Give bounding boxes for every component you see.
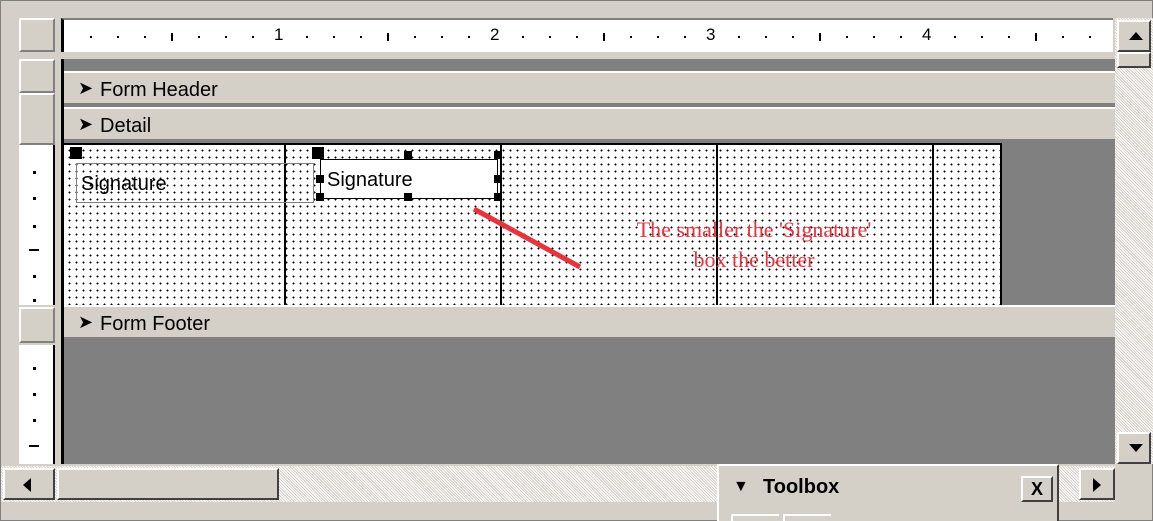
resize-handle-right[interactable] (494, 175, 502, 183)
ruler-number-2: 2 (490, 25, 500, 44)
detail-label: Detail (100, 115, 152, 137)
resize-handle-bottom[interactable] (404, 193, 412, 201)
signature-label-text: Signature (81, 173, 167, 195)
form-header-selector[interactable] (19, 59, 55, 93)
move-handle[interactable] (70, 147, 82, 159)
signature-label-control[interactable]: Signature (76, 163, 314, 203)
vertical-scroll-thumb[interactable] (1117, 52, 1151, 68)
horizontal-scrollbar[interactable] (1, 466, 719, 502)
form-footer-selector[interactable] (19, 307, 55, 343)
scroll-left-icon (23, 478, 31, 492)
form-header-label: Form Header (100, 79, 218, 101)
form-footer-bar[interactable]: ➤ Form Footer (64, 305, 1115, 339)
form-design-window: 1 2 3 4 ➤ Form Header ➤ Detail Signature… (0, 0, 1153, 521)
design-surface[interactable]: ➤ Form Header ➤ Detail Signature Signatu… (61, 59, 1115, 464)
toolbox-title: Toolbox (763, 476, 840, 498)
detail-vertical-ruler (19, 145, 55, 305)
section-arrow-icon: ➤ (78, 312, 94, 332)
toolbox-tool[interactable] (731, 514, 779, 521)
vertical-scrollbar[interactable] (1115, 18, 1153, 464)
scroll-right-button[interactable] (1079, 468, 1115, 500)
section-arrow-icon: ➤ (78, 114, 94, 134)
resize-handle-top[interactable] (404, 151, 412, 159)
section-arrow-icon: ➤ (78, 78, 94, 98)
ruler-number-3: 3 (706, 25, 716, 44)
annotation-line-1: The smaller the 'Signature' (636, 217, 872, 242)
close-button[interactable]: X (1021, 476, 1053, 502)
form-footer-label: Form Footer (100, 313, 211, 335)
toolbox-title-bar[interactable]: ▼ Toolbox X (723, 470, 1055, 504)
form-selector-box[interactable] (19, 18, 55, 52)
form-header-bar[interactable]: ➤ Form Header (64, 71, 1115, 105)
scroll-up-icon (1129, 32, 1143, 40)
annotation-line-2: box the better (693, 247, 815, 272)
vertical-ruler[interactable] (19, 59, 55, 464)
scroll-up-button[interactable] (1117, 20, 1151, 52)
ruler-number-4: 4 (922, 25, 932, 44)
horizontal-ruler[interactable]: 1 2 3 4 (61, 18, 1113, 52)
annotation-note: The smaller the 'Signature' box the bett… (544, 215, 964, 275)
resize-handle-left[interactable] (316, 175, 324, 183)
move-handle[interactable] (312, 147, 324, 159)
toolbox-tool[interactable] (783, 514, 831, 521)
scroll-right-icon (1093, 478, 1101, 492)
scroll-down-icon (1129, 444, 1143, 452)
resize-handle-top-right[interactable] (494, 151, 502, 159)
detail-selector[interactable] (19, 93, 55, 145)
scroll-left-button[interactable] (3, 468, 55, 500)
footer-vertical-ruler (19, 345, 55, 464)
signature-textbox-text: Signature (327, 169, 413, 191)
toolbox-window[interactable]: ▼ Toolbox X (717, 464, 1059, 521)
scroll-down-button[interactable] (1117, 432, 1151, 464)
detail-bar[interactable]: ➤ Detail (64, 107, 1115, 141)
horizontal-scroll-thumb[interactable] (57, 468, 279, 500)
ruler-number-1: 1 (274, 25, 284, 44)
resize-handle-bottom-left[interactable] (316, 193, 324, 201)
triangle-down-icon[interactable]: ▼ (733, 478, 749, 496)
